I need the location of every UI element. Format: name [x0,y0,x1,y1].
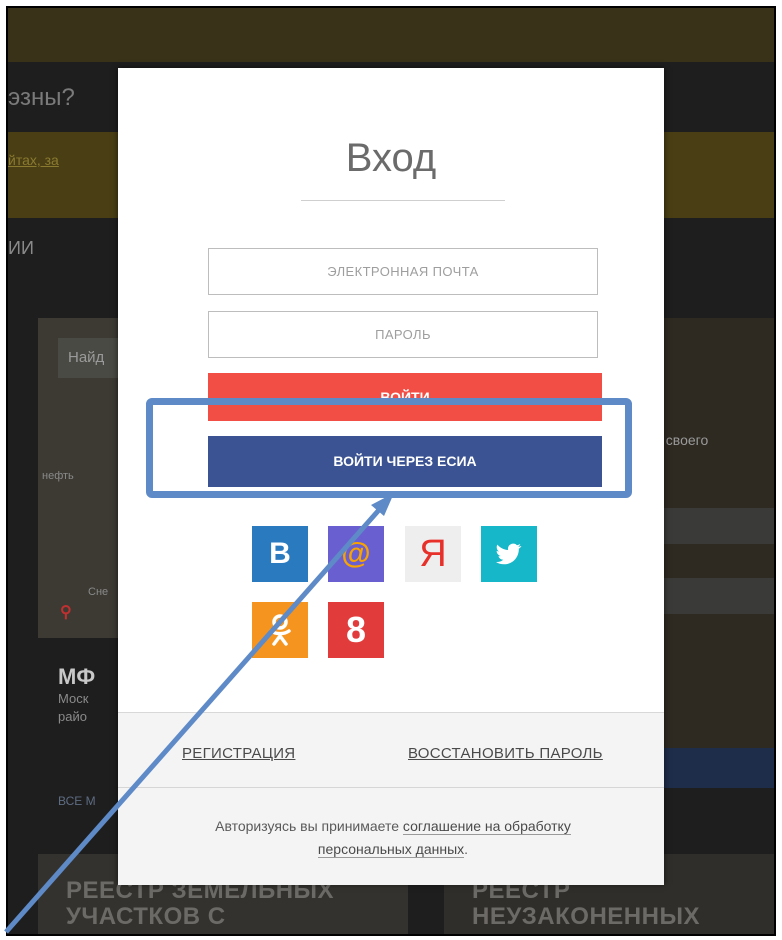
background-card-land-title: РЕЕСТР ЗЕМЕЛЬНЫХ УЧАСТКОВ С [66,877,335,930]
background-question-text: эзны? [8,84,75,111]
google-login-icon[interactable]: 8 [328,602,384,658]
background-right-band [648,508,774,544]
background-nav-text: ИИ [8,238,34,258]
twitter-login-icon[interactable] [481,526,537,582]
mailru-login-icon[interactable]: @ [328,526,384,582]
odnoklassniki-login-icon[interactable] [252,602,308,658]
email-input[interactable] [208,248,598,295]
twitter-bird-icon [496,543,522,565]
register-link[interactable]: РЕГИСТРАЦИЯ [182,745,295,762]
consent-text: Авторизуясь вы принимаете соглашение на … [178,815,608,861]
background-card-title: МФ [58,664,96,689]
yandex-login-icon[interactable]: Я [405,526,461,582]
background-banner-link: йтах, за [8,152,59,168]
modal-title: Вход [345,136,437,180]
vk-login-icon[interactable]: B [252,526,308,582]
consent-prefix: Авторизуясь вы принимаете [215,818,403,834]
background-all-link: ВСЕ М [58,794,96,808]
background-header [8,8,774,62]
background-right-button [648,748,774,788]
background-right-band [648,578,774,614]
title-divider [301,200,505,201]
consent-suffix: . [464,841,469,857]
odnoklassniki-glyph-icon [269,614,291,646]
password-input[interactable] [208,311,598,358]
background-right-panel [648,318,774,778]
annotation-highlight-box [146,398,632,498]
background-map-label: Сне [88,586,109,598]
modal-footer: РЕГИСТРАЦИЯ ВОССТАНОВИТЬ ПАРОЛЬ Авторизу… [118,712,664,885]
background-map-label: нефть [42,470,74,482]
map-pin-icon: ⚲ [60,604,72,621]
background-card-subtitle: Моск райо [58,691,89,724]
footer-divider [118,787,664,788]
restore-password-link[interactable]: ВОССТАНОВИТЬ ПАРОЛЬ [408,745,603,762]
background-card-unlegalized-title: РЕЕСТР НЕУЗАКОНЕННЫХ [472,877,700,930]
